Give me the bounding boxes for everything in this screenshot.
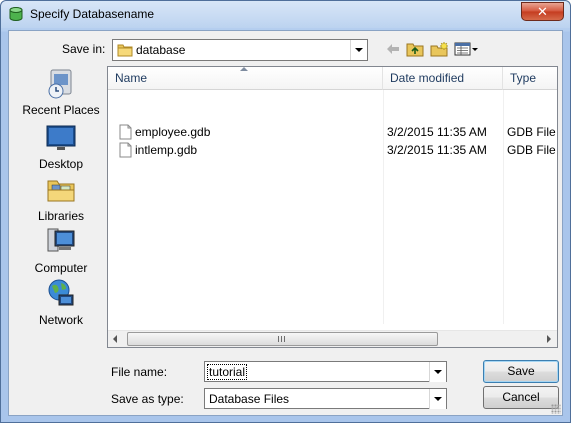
resize-grip-icon[interactable] xyxy=(551,404,561,414)
file-icon xyxy=(119,142,132,158)
place-libraries[interactable]: Libraries xyxy=(17,173,105,223)
place-recent-places[interactable]: Recent Places xyxy=(17,67,105,117)
app-icon xyxy=(9,7,23,21)
place-label: Network xyxy=(38,313,83,327)
computer-icon xyxy=(47,228,75,252)
scrollbar-thumb[interactable] xyxy=(127,332,438,346)
save-as-type-combo[interactable]: Database Files xyxy=(204,388,447,409)
save-in-combo[interactable]: database xyxy=(112,39,368,61)
place-label: Recent Places xyxy=(22,103,100,117)
place-computer[interactable]: Computer xyxy=(17,225,105,275)
dialog-client: Save in: database Recent Places Desktop … xyxy=(8,30,563,416)
window-title: Specify Databasename xyxy=(30,7,155,21)
libraries-icon xyxy=(47,180,75,202)
scroll-left-icon[interactable] xyxy=(108,331,125,347)
view-menu-icon[interactable] xyxy=(454,41,480,57)
file-list[interactable]: Name Date modified Type employee.gdb 3/2… xyxy=(107,66,558,348)
column-header-name[interactable]: Name xyxy=(108,67,383,90)
chevron-down-icon[interactable] xyxy=(429,362,446,382)
grip-icon xyxy=(278,336,286,342)
recent-places-icon xyxy=(48,69,72,99)
file-name: employee.gdb xyxy=(135,125,211,139)
file-type: GDB File xyxy=(507,125,556,139)
place-network[interactable]: Network xyxy=(17,277,105,327)
sort-ascending-icon xyxy=(240,67,248,71)
places-bar: Recent Places Desktop Libraries Computer… xyxy=(17,67,105,367)
column-header-date-modified[interactable]: Date modified xyxy=(383,67,503,90)
save-as-type-value: Database Files xyxy=(209,392,290,406)
chevron-down-icon[interactable] xyxy=(350,40,367,60)
chevron-down-icon[interactable] xyxy=(429,389,446,409)
save-in-label: Save in: xyxy=(62,42,106,56)
file-row[interactable]: employee.gdb 3/2/2015 11:35 AM GDB File xyxy=(108,123,557,142)
file-name-label: File name: xyxy=(111,365,168,379)
folder-icon xyxy=(117,44,133,57)
save-as-type-label: Save as type: xyxy=(111,392,184,406)
back-arrow-icon[interactable] xyxy=(386,41,400,57)
file-name: intlemp.gdb xyxy=(135,143,198,157)
place-label: Desktop xyxy=(38,157,84,171)
network-icon xyxy=(48,279,74,306)
column-header-type[interactable]: Type xyxy=(503,67,557,90)
file-row[interactable]: intlemp.gdb 3/2/2015 11:35 AM GDB File xyxy=(108,141,557,160)
desktop-icon xyxy=(46,125,76,150)
place-label: Computer xyxy=(34,261,88,275)
horizontal-scrollbar[interactable] xyxy=(108,330,557,347)
file-icon xyxy=(119,124,132,140)
close-button[interactable]: ✕ xyxy=(521,2,564,21)
file-date: 3/2/2015 11:35 AM xyxy=(387,143,487,157)
title-bar[interactable]: Specify Databasename ✕ xyxy=(1,1,570,28)
save-button[interactable]: Save xyxy=(483,360,559,383)
save-in-value: database xyxy=(136,43,186,57)
up-folder-icon[interactable] xyxy=(406,41,424,57)
place-desktop[interactable]: Desktop xyxy=(17,121,105,171)
save-dialog-window: Specify Databasename ✕ Save in: database xyxy=(0,0,571,423)
new-folder-icon[interactable] xyxy=(430,41,449,57)
scroll-right-icon[interactable] xyxy=(540,331,557,347)
file-name-input[interactable]: tutorial xyxy=(204,361,447,382)
file-date: 3/2/2015 11:35 AM xyxy=(387,125,487,139)
cancel-button[interactable]: Cancel xyxy=(483,386,559,409)
file-type: GDB File xyxy=(507,143,556,157)
place-label: Libraries xyxy=(37,209,85,223)
file-name-value: tutorial xyxy=(207,364,248,380)
